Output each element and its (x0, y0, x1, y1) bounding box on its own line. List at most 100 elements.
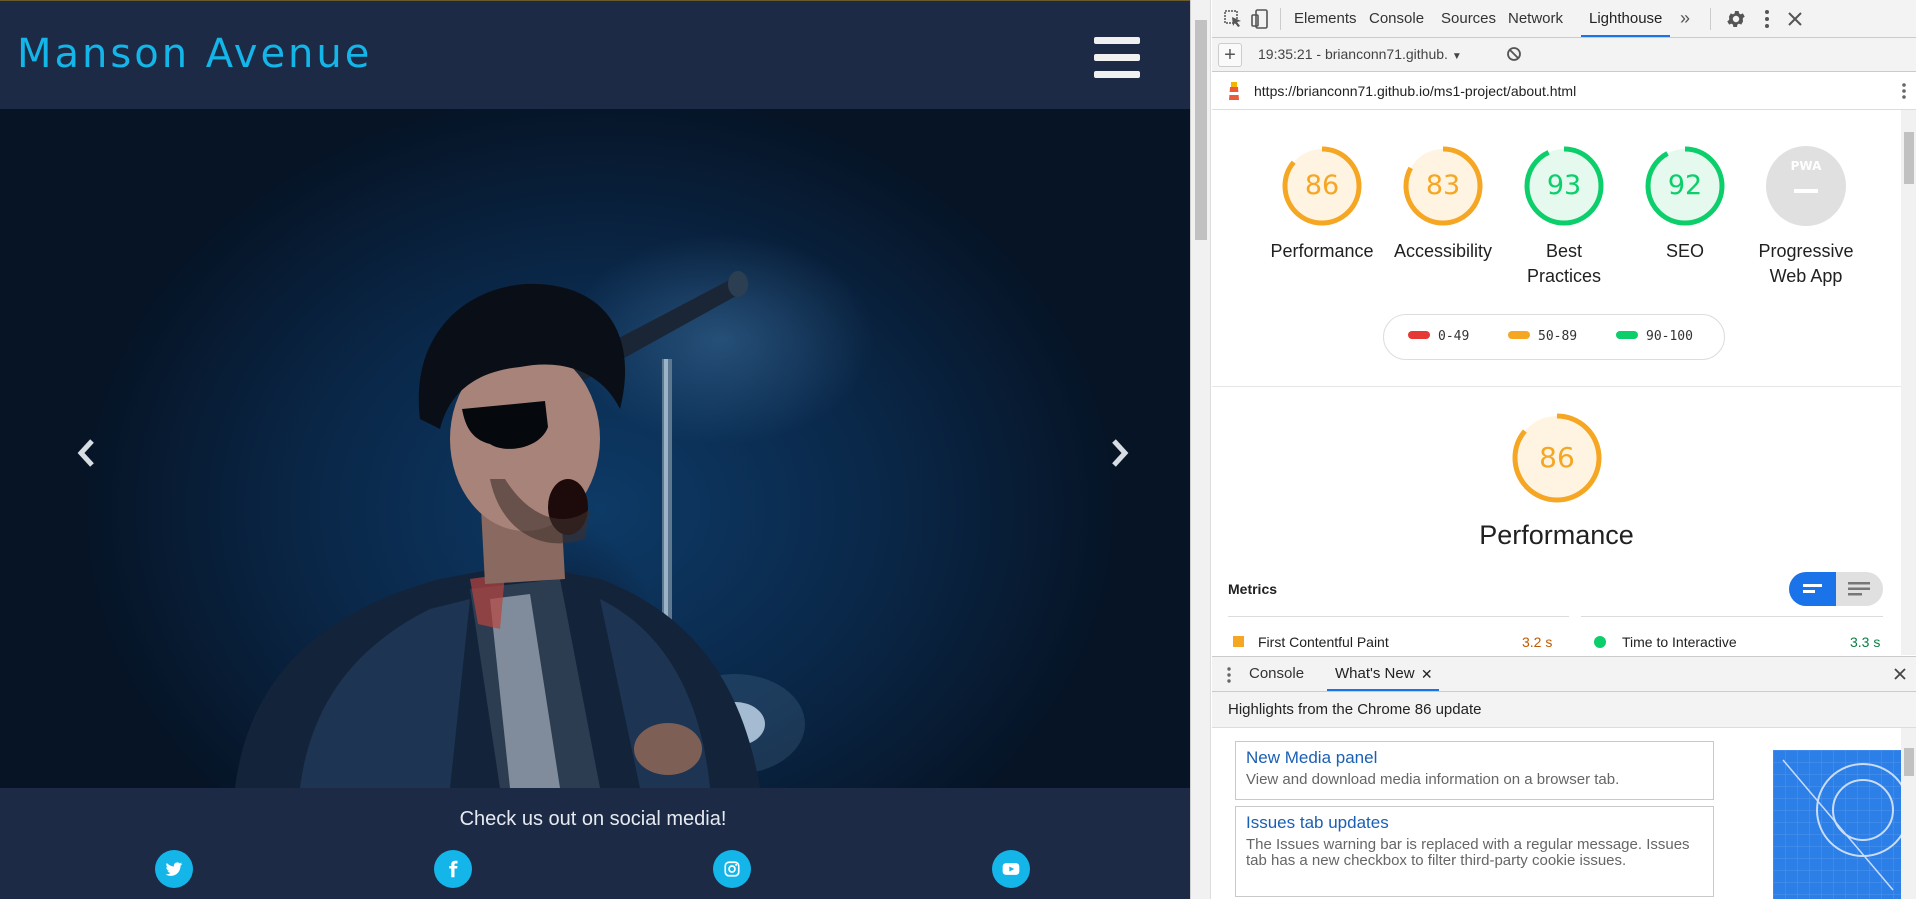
site-brand-logo[interactable]: Manson Avenue (17, 31, 372, 77)
legend-item-average: 50-89 (1508, 329, 1577, 344)
report-select-dropdown[interactable]: 19:35:21 - brianconn71.github. ▼ (1258, 46, 1462, 62)
device-toolbar-icon[interactable] (1249, 8, 1271, 30)
metric-name: Time to Interactive (1622, 634, 1737, 650)
gauge-ring: 83 (1402, 145, 1484, 227)
social-media-section: Check us out on social media! (0, 788, 1190, 899)
report-scrollbar[interactable] (1901, 110, 1916, 655)
gauge-score: 92 (1667, 170, 1703, 201)
hamburger-bar (1094, 71, 1140, 78)
metrics-heading: Metrics (1228, 581, 1278, 597)
youtube-icon[interactable] (992, 850, 1030, 888)
category-gauge[interactable]: PWA Progressive Web App (1746, 145, 1866, 289)
legend-swatch (1616, 331, 1638, 339)
blueprint-graphic (1773, 750, 1901, 899)
metric-name: First Contentful Paint (1258, 634, 1389, 650)
hero-carousel (0, 109, 1190, 788)
devtools-toolbar: Elements Console Sources Network Lightho… (1212, 0, 1916, 38)
legend-item-fail: 0-49 (1408, 329, 1469, 344)
metric-value: 3.2 s (1522, 634, 1553, 650)
close-tab-icon[interactable]: ✕ (1421, 657, 1433, 691)
drawer-scrollbar[interactable] (1901, 728, 1916, 899)
kebab-menu-icon[interactable] (1756, 8, 1778, 30)
report-kebab-menu-icon[interactable] (1900, 81, 1908, 101)
instagram-icon[interactable] (713, 850, 751, 888)
gauge-label: SEO (1665, 241, 1704, 261)
lighthouse-logo-icon (1226, 81, 1242, 101)
close-drawer-icon[interactable] (1892, 666, 1908, 682)
social-media-heading: Check us out on social media! (459, 808, 727, 830)
clear-block-icon[interactable] (1506, 46, 1522, 62)
gauge-ring: 92 (1644, 145, 1726, 227)
drawer-tab-whats-new[interactable]: What's New ✕ (1327, 657, 1439, 691)
new-report-plus-icon[interactable]: + (1218, 43, 1242, 67)
whats-new-header: Highlights from the Chrome 86 update (1212, 692, 1916, 728)
hamburger-bar (1094, 37, 1140, 44)
chevron-down-icon: ▼ (1451, 51, 1462, 62)
page-scrollbar[interactable] (1191, 0, 1211, 899)
report-url[interactable]: https://brianconn71.github.io/ms1-projec… (1254, 83, 1576, 99)
tab-sources[interactable]: Sources (1441, 0, 1496, 37)
lighthouse-report: 86 Performance 83 Accessibility 93 Best Pract… (1212, 110, 1916, 655)
whats-new-card[interactable]: New Media panel View and download media … (1235, 741, 1714, 800)
gauge-ring: 86 (1511, 412, 1603, 504)
more-tabs-chevron-icon[interactable]: » (1680, 8, 1702, 30)
pwa-badge-label: PWA (1790, 159, 1822, 173)
gauge-label: Performance (1270, 241, 1374, 261)
legend-swatch (1408, 331, 1430, 339)
tab-console[interactable]: Console (1369, 0, 1424, 37)
gauge-score: 86 (1304, 170, 1340, 201)
performance-section-title: Performance (1479, 520, 1634, 550)
category-gauge[interactable]: 86 Performance (1262, 145, 1382, 264)
compact-view-button[interactable] (1789, 572, 1836, 606)
lighthouse-toolbar: + 19:35:21 - brianconn71.github. ▼ (1212, 38, 1916, 72)
report-select-value: 19:35:21 - brianconn71.github. (1258, 46, 1448, 62)
scrollbar-thumb[interactable] (1904, 748, 1914, 776)
toolbar-divider (1710, 8, 1711, 30)
performance-gauge-large[interactable]: 86 (1497, 412, 1617, 504)
devtools-main: Elements Console Sources Network Lightho… (1212, 0, 1916, 899)
whats-new-card[interactable]: Issues tab updates The Issues warning ba… (1235, 806, 1714, 897)
section-divider (1212, 386, 1901, 387)
twitter-icon[interactable] (155, 850, 193, 888)
singer-photo (235, 271, 805, 788)
whats-new-illustration (1773, 750, 1901, 899)
metrics-view-toggle (1789, 572, 1883, 606)
inspect-element-icon[interactable] (1222, 8, 1244, 30)
legend-range: 0-49 (1438, 329, 1470, 344)
report-url-bar: https://brianconn71.github.io/ms1-projec… (1212, 72, 1916, 110)
scrollbar-thumb[interactable] (1904, 132, 1914, 184)
whats-new-card-title: New Media panel (1246, 748, 1378, 767)
legend-swatch (1508, 331, 1530, 339)
drawer-tab-bar: Console What's New ✕ (1212, 656, 1916, 692)
gauge-score: 93 (1546, 170, 1582, 201)
hamburger-menu-button[interactable] (1094, 37, 1140, 79)
facebook-icon[interactable] (434, 850, 472, 888)
carousel-next-arrow-icon[interactable] (1098, 433, 1138, 473)
tab-elements[interactable]: Elements (1294, 0, 1357, 37)
scrollbar-thumb[interactable] (1195, 20, 1207, 240)
carousel-prev-arrow-icon[interactable] (68, 433, 108, 473)
score-legend: 0-49 50-89 90-100 (1383, 314, 1725, 360)
tab-lighthouse[interactable]: Lighthouse (1581, 0, 1671, 37)
settings-gear-icon[interactable] (1725, 8, 1747, 30)
category-gauge[interactable]: 93 Best Practices (1504, 145, 1624, 289)
drawer-tab-console[interactable]: Console (1249, 657, 1304, 691)
legend-range: 90-100 (1646, 329, 1693, 344)
drawer-kebab-menu-icon[interactable] (1226, 665, 1232, 685)
tab-network[interactable]: Network (1508, 0, 1563, 37)
close-devtools-icon[interactable] (1784, 8, 1806, 30)
metric-average-square-icon (1233, 636, 1244, 647)
gauge-ring: 86 (1281, 145, 1363, 227)
category-gauge[interactable]: 83 Accessibility (1383, 145, 1503, 264)
category-gauge[interactable]: 92 SEO (1625, 145, 1745, 264)
website-viewport: Manson Avenue Check us out on social med… (0, 0, 1190, 899)
drawer-tab-label: What's New (1335, 665, 1415, 682)
site-header: Manson Avenue (0, 0, 1190, 109)
metric-divider (1581, 616, 1883, 617)
devtools-panel: Elements Console Sources Network Lightho… (1190, 0, 1916, 899)
expanded-view-button[interactable] (1836, 572, 1883, 606)
metric-pass-circle-icon (1594, 636, 1606, 648)
gauge-ring: PWA (1765, 145, 1847, 227)
whats-new-card-title: Issues tab updates (1246, 813, 1389, 832)
legend-item-pass: 90-100 (1616, 329, 1693, 344)
